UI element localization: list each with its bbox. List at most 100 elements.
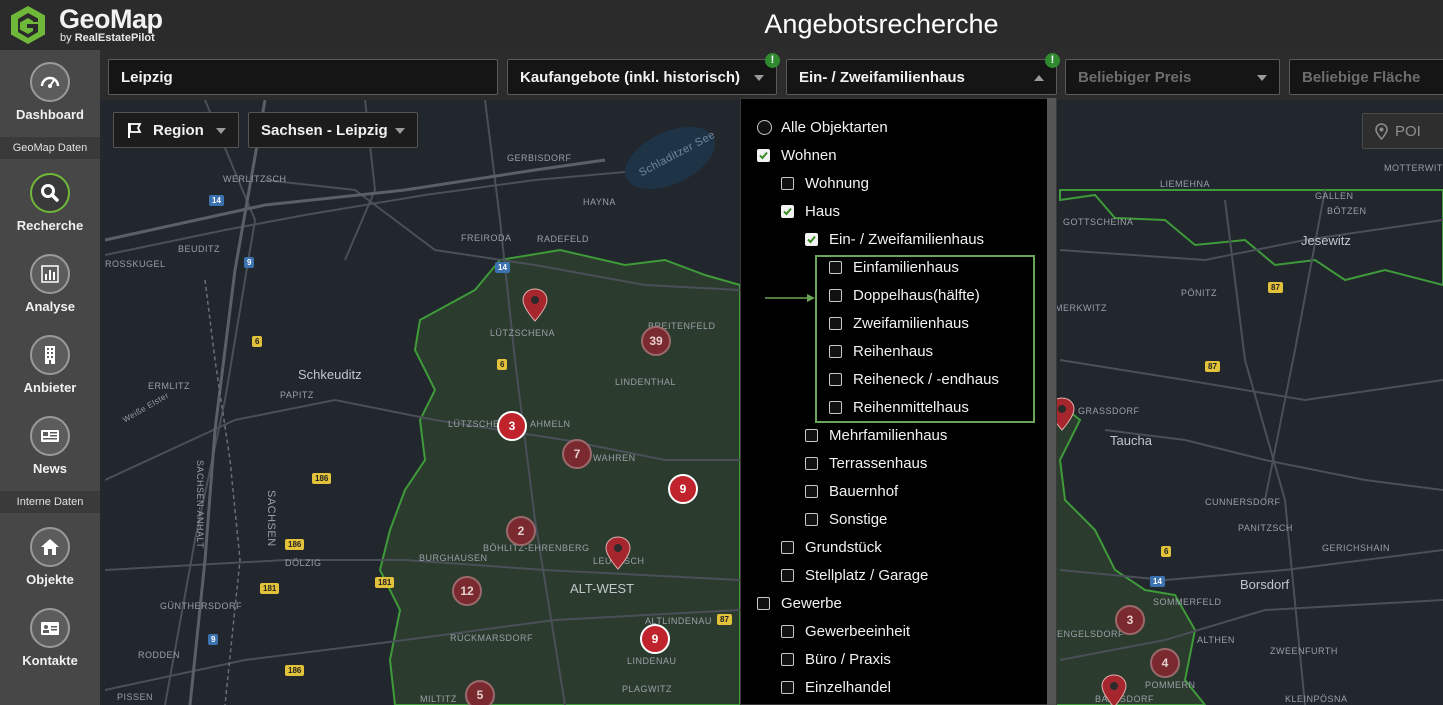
place-label: RODDEN	[138, 650, 181, 660]
newspaper-icon	[30, 416, 70, 456]
sidebar-item-analyse[interactable]: Analyse	[0, 242, 100, 322]
sidebar-item-kontakte[interactable]: Kontakte	[0, 596, 100, 676]
map-pin-icon[interactable]	[605, 536, 631, 570]
place-label: MOTTERWITZ	[1384, 163, 1443, 173]
chevron-up-icon	[1034, 75, 1044, 81]
sidebar-item-objekte[interactable]: Objekte	[0, 515, 100, 595]
map-cluster[interactable]: 12	[452, 576, 482, 606]
dropdown-option-label: Haus	[805, 203, 841, 220]
map-cluster[interactable]: 7	[562, 439, 592, 469]
bar-chart-icon	[30, 254, 70, 294]
road-number: 181	[375, 577, 395, 588]
place-label: LIEMEHNA	[1160, 179, 1211, 189]
place-label: Borsdorf	[1240, 577, 1290, 592]
place-label: BÖHLITZ-EHRENBERG	[483, 543, 590, 553]
road-number: 186	[285, 665, 305, 676]
location-value: Leipzig	[121, 69, 173, 86]
location-input[interactable]: Leipzig	[108, 59, 498, 95]
checkbox[interactable]	[781, 541, 794, 554]
map-cluster[interactable]: 3	[497, 411, 527, 441]
checkbox[interactable]	[805, 233, 818, 246]
checkmark-icon	[807, 235, 816, 244]
map-cluster[interactable]: 9	[668, 474, 698, 504]
sidebar-item-dashboard[interactable]: Dashboard	[0, 50, 100, 130]
map-cluster[interactable]: 3	[1115, 605, 1145, 635]
top-bar: GeoMap by RealEstatePilot Angebotsrecher…	[0, 0, 1443, 50]
place-label: KLEINPÖSNA	[1285, 694, 1348, 704]
building-icon	[30, 335, 70, 375]
property-type-warning-badge: !	[1045, 53, 1060, 68]
price-select[interactable]: Beliebiger Preis	[1065, 59, 1280, 95]
dropdown-option-label: Grundstück	[805, 539, 882, 556]
checkbox[interactable]	[805, 485, 818, 498]
checkbox[interactable]	[781, 681, 794, 694]
map-cluster[interactable]: 2	[506, 516, 536, 546]
offer-type-warning-badge: !	[765, 53, 780, 68]
property-type-value: Ein- / Zweifamilienhaus	[799, 69, 965, 86]
checkbox[interactable]	[781, 205, 794, 218]
place-label: PISSEN	[117, 692, 154, 702]
map-cluster[interactable]: 9	[640, 624, 670, 654]
sidebar-item-anbieter[interactable]: Anbieter	[0, 323, 100, 403]
search-icon	[30, 173, 70, 213]
place-label: GERBISDORF	[507, 153, 572, 163]
place-label: SACHSEN	[265, 490, 277, 547]
road-number: 186	[285, 539, 305, 550]
checkbox[interactable]	[805, 513, 818, 526]
poi-button-label: POI	[1395, 123, 1421, 140]
map-pin-icon[interactable]	[1101, 674, 1127, 705]
poi-button[interactable]: POI	[1362, 113, 1443, 149]
place-label: PANITZSCH	[1238, 523, 1293, 533]
map-cluster[interactable]: 5	[465, 680, 495, 705]
region-select[interactable]: Sachsen - Leipzig	[248, 112, 418, 148]
place-label: PAPITZ	[280, 390, 314, 400]
home-icon	[30, 527, 70, 567]
region-select-value: Sachsen - Leipzig	[261, 122, 388, 139]
speedometer-icon	[30, 62, 70, 102]
place-label: SACHSEN-ANHALT	[195, 460, 205, 549]
place-label: Schkeuditz	[298, 367, 362, 382]
property-type-select[interactable]: Ein- / Zweifamilienhaus	[786, 59, 1057, 95]
dropdown-option-label: Terrassenhaus	[829, 455, 928, 472]
place-label: CUNNERSDORF	[1205, 497, 1281, 507]
checkbox[interactable]	[805, 457, 818, 470]
location-pin-icon	[1375, 123, 1388, 140]
place-label: MERKWITZ	[1055, 303, 1107, 313]
chevron-down-icon	[1257, 75, 1267, 81]
checkbox[interactable]	[781, 625, 794, 638]
place-label: MILTITZ	[420, 694, 457, 704]
dropdown-scrollbar[interactable]	[1047, 98, 1056, 705]
sidebar-item-news[interactable]: News	[0, 404, 100, 484]
place-label: RADEFELD	[537, 234, 590, 244]
map-pin-icon[interactable]	[522, 288, 548, 322]
dropdown-option-label: Wohnen	[781, 147, 837, 164]
road-number: 6	[497, 359, 508, 370]
offer-type-select[interactable]: Kaufangebote (inkl. historisch)	[507, 59, 777, 95]
place-label: POMMERN	[1145, 680, 1196, 690]
checkbox[interactable]	[781, 653, 794, 666]
checkbox[interactable]	[805, 429, 818, 442]
checkbox[interactable]	[781, 177, 794, 190]
map-cluster[interactable]: 39	[641, 326, 671, 356]
area-select[interactable]: Beliebige Fläche	[1289, 59, 1443, 95]
map-cluster[interactable]: 4	[1150, 648, 1180, 678]
dropdown-option-label: Stellplatz / Garage	[805, 567, 929, 584]
road-number: 186	[312, 473, 332, 484]
road-number: 6	[1161, 546, 1172, 557]
checkbox[interactable]	[757, 149, 770, 162]
road-number: 14	[1150, 576, 1165, 587]
region-button[interactable]: Region	[113, 112, 239, 148]
place-label: GERICHSHAIN	[1322, 543, 1391, 553]
checkbox[interactable]	[781, 569, 794, 582]
road-number: 9	[244, 257, 255, 268]
dropdown-option-label: Mehrfamilienhaus	[829, 427, 948, 444]
sidebar-item-recherche[interactable]: Recherche	[0, 161, 100, 241]
place-label: BÖTZEN	[1327, 206, 1367, 216]
place-label: LINDENTHAL	[615, 377, 677, 387]
radio-button[interactable]	[757, 120, 772, 135]
place-label: ENGELSDORF	[1057, 629, 1125, 639]
area-placeholder: Beliebige Fläche	[1302, 69, 1421, 86]
checkbox[interactable]	[757, 597, 770, 610]
chevron-down-icon	[216, 128, 226, 134]
place-label: LÜTZSCHENA	[490, 328, 556, 338]
